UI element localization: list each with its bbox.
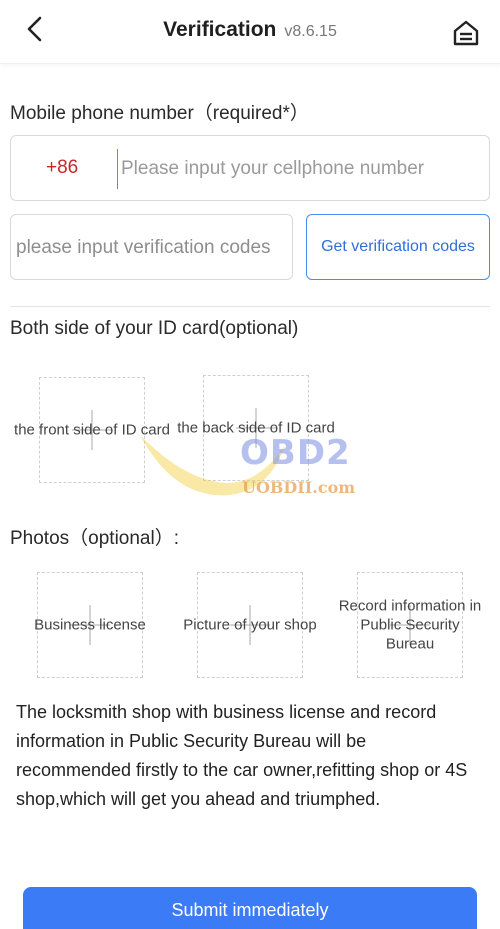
phone-field: +86 (10, 135, 490, 201)
section-divider (10, 306, 490, 307)
phone-divider (117, 149, 118, 189)
country-code[interactable]: +86 (46, 157, 78, 179)
verification-code-input[interactable] (16, 225, 291, 271)
info-paragraph: The locksmith shop with business license… (16, 702, 468, 809)
home-button[interactable] (451, 18, 481, 48)
title-group: Verification v8.6.15 (0, 18, 500, 42)
shop-picture-upload[interactable]: Picture of your shop (183, 572, 317, 678)
phone-input[interactable] (121, 146, 481, 192)
watermark-brand: OBD2 (240, 433, 351, 473)
app-version: v8.6.15 (284, 23, 337, 40)
business-license-label: Business license (34, 616, 146, 634)
record-info-label: Record information in Public Security Bu… (338, 597, 482, 653)
home-icon (453, 20, 479, 46)
id-front-upload[interactable]: the front side of ID card (14, 377, 170, 483)
id-section-label: Both side of your ID card(optional) (10, 318, 299, 339)
id-front-label: the front side of ID card (14, 421, 170, 439)
record-info-upload[interactable]: Record information in Public Security Bu… (339, 572, 481, 678)
get-verification-code-button[interactable]: Get verification codes (306, 214, 490, 280)
phone-section-label: Mobile phone number（required*） (10, 103, 309, 124)
page-title: Verification (163, 18, 277, 41)
top-bar: Verification v8.6.15 (0, 0, 500, 64)
watermark-site: UOBDII.com (242, 478, 356, 497)
business-license-upload[interactable]: Business license (34, 572, 146, 678)
submit-button[interactable]: Submit immediately (23, 887, 477, 929)
shop-picture-label: Picture of your shop (183, 616, 317, 634)
photos-section-label: Photos（optional）: (10, 528, 179, 549)
verification-code-field (10, 214, 293, 280)
